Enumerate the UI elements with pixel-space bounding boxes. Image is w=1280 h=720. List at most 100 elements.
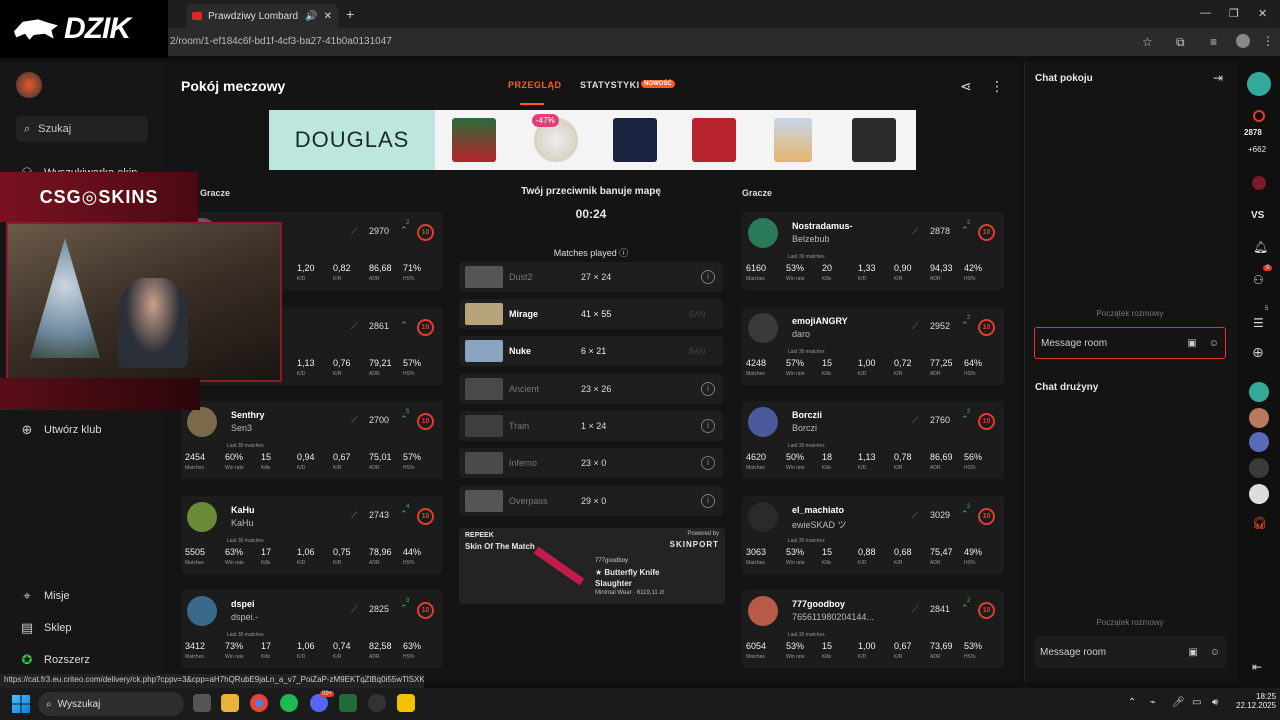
mic-icon[interactable]: 🎤︎ [1172,697,1185,708]
player-name[interactable]: Nostradamus- [792,221,853,231]
info-icon[interactable]: ⓘ [619,248,628,258]
image-icon[interactable]: ▣ [1187,338,1196,349]
map-row[interactable]: Dust2 27 × 24 i [459,262,723,292]
app-icon[interactable] [368,694,386,712]
party-icon[interactable]: ☰ [1253,316,1264,330]
player-card[interactable]: el_machiato ewieSKAD ツ ⟋ 3029 ⌃ 2 10 Last 30 ma… [742,496,1004,574]
info-icon[interactable]: i [701,494,715,508]
speaker-icon[interactable]: 🔊 [305,11,317,22]
share-icon[interactable]: ⋖ [960,78,972,95]
player-name[interactable]: Borczii [792,410,822,420]
player-elo: 2841 [930,604,951,614]
sidebar-item-create-club[interactable]: ⊕ Utwórz klub [20,422,102,438]
friend-avatar[interactable] [1249,382,1269,402]
maximize-icon[interactable]: ❐ [1229,7,1239,20]
menu-icon[interactable]: ⋮ [1262,34,1274,48]
room-message-input[interactable]: Message room ▣ ☺ [1034,327,1226,359]
tray-chevron-icon[interactable]: ⌃ [1128,697,1136,708]
star-icon[interactable]: ☆ [1142,35,1153,49]
player-avatar[interactable] [748,407,778,437]
player-card[interactable]: Borczii Borczi ⟋ 2760 ⌃ 2 10 Last 30 matches 462… [742,401,1004,479]
player-name[interactable]: emojiANGRY [792,316,848,326]
emoji-icon[interactable]: ☺ [1210,647,1220,658]
emoji-icon[interactable]: ☺ [1209,338,1219,349]
new-tab-button[interactable]: + [346,6,354,22]
player-avatar[interactable] [187,596,217,626]
sidebar-item-expand[interactable]: ✪ Rozszerz [20,652,90,668]
map-row[interactable]: Overpass 29 × 0 i [459,486,723,516]
friend-avatar[interactable] [1249,408,1269,428]
friends-icon[interactable]: ⚇ [1253,273,1264,287]
add-icon[interactable]: ⊕ [1252,344,1264,361]
volume-icon[interactable]: 🔊︎ [1212,697,1218,708]
map-row[interactable]: Inferno 23 × 0 i [459,448,723,478]
skin-of-the-match[interactable]: REPEEK Skin Of The Match Powered by SKIN… [459,528,725,604]
spotify-icon[interactable] [280,694,298,712]
info-icon[interactable]: i [701,419,715,433]
player-avatar[interactable] [187,502,217,532]
info-icon[interactable]: i [701,456,715,470]
more-icon[interactable]: ⋮ [990,78,1004,95]
player-avatar[interactable] [748,313,778,343]
player-name[interactable]: dspei [231,599,255,609]
app-icon[interactable] [397,694,415,712]
player-name[interactable]: el_machiato [792,505,844,515]
player-name[interactable]: KaHu [231,505,255,515]
headset-icon[interactable]: 🎧︎ [1252,516,1267,530]
media-icon[interactable]: ≡ [1210,35,1217,49]
player-card[interactable]: dspei dspei.- ⟋ 2825 ⌃ 3 10 Last 30 matches 3412… [181,590,443,668]
friend-avatar[interactable] [1249,484,1269,504]
player-avatar[interactable] [187,407,217,437]
url-field[interactable]: 2/room/1-ef184c6f-bd1f-4cf3-ba27-41b0a01… [170,32,1130,52]
profile-avatar[interactable] [1236,34,1250,48]
tab-stats[interactable]: STATYSTYKI [580,80,640,90]
sidebar-item-missions[interactable]: ⌖ Misje [20,588,69,604]
user-avatar[interactable] [1247,72,1271,96]
taskbar-search[interactable]: ⌕ Wyszukaj [38,692,184,716]
close-window-icon[interactable]: ✕ [1258,7,1267,20]
file-explorer-icon[interactable] [221,694,239,712]
tab-overview[interactable]: PRZEGLĄD [508,80,562,90]
ban-button[interactable]: BAN [689,310,723,319]
team-message-input[interactable]: Message room ▣ ☺ [1034,636,1226,668]
player-name[interactable]: 777goodboy [792,599,845,609]
info-icon[interactable]: i [701,270,715,284]
info-icon[interactable]: i [701,382,715,396]
task-view-icon[interactable] [193,694,211,712]
minimize-icon[interactable]: — [1200,7,1211,19]
player-avatar[interactable] [748,502,778,532]
friend-avatar[interactable] [1249,432,1269,452]
player-avatar[interactable] [748,218,778,248]
collapse-chat-icon[interactable]: ⇥ [1213,71,1223,85]
network-icon[interactable]: ⌁ [1150,697,1156,708]
player-card[interactable]: emojiANGRY daro ⟋ 2952 ⌃ 2 10 Last 30 matches 42… [742,307,1004,385]
map-row[interactable]: Ancient 23 × 26 i [459,374,723,404]
live-icon[interactable] [1252,176,1266,190]
browser-tab[interactable]: Prawdziwy Lombard - Odc 🔊 ✕ [186,4,338,28]
player-card[interactable]: KaHu KaHu ⟋ 2743 ⌃ 4 10 Last 30 matches 5505 Matc… [181,496,443,574]
map-row[interactable]: Train 1 × 24 i [459,411,723,441]
monitor-icon[interactable]: ▭ [1192,697,1201,708]
excel-icon[interactable] [339,694,357,712]
sidebar-item-shop[interactable]: ▤ Sklep [20,620,72,636]
vs-button[interactable]: VS [1251,210,1264,221]
bell-icon[interactable]: 🔔︎ [1253,240,1268,254]
player-name[interactable]: Senthry [231,410,265,420]
friend-avatar[interactable] [1249,458,1269,478]
chrome-icon[interactable] [250,694,268,712]
ban-button[interactable]: BAN [689,347,723,356]
sidebar-toggle-icon[interactable]: ⇤ [1252,660,1262,674]
player-card[interactable]: 777goodboy 765611980204144... ⟋ 2841 ⌃ 2 10 Las… [742,590,1004,668]
close-tab-icon[interactable]: ✕ [324,11,332,22]
player-avatar[interactable] [748,596,778,626]
user-avatar[interactable] [16,72,42,98]
image-icon[interactable]: ▣ [1188,647,1197,658]
system-clock[interactable]: 18:25 22.12.2025 [1236,692,1276,710]
map-row[interactable]: Mirage 41 × 55 BAN [459,299,723,329]
player-card[interactable]: Senthry Sen3 ⟋ 2700 ⌃ 5 10 Last 30 matches 2454 M… [181,401,443,479]
sidebar-search[interactable]: ⌕ Szukaj [16,116,148,142]
stat-label-winrate: Win rate [225,465,244,471]
extensions-icon[interactable]: ⧉ [1176,35,1185,50]
map-row[interactable]: Nuke 6 × 21 BAN [459,336,723,366]
player-card[interactable]: Nostradamus- Belzebub ⟋ 2878 ⌃ 2 10 Last 30 mat… [742,212,1004,290]
